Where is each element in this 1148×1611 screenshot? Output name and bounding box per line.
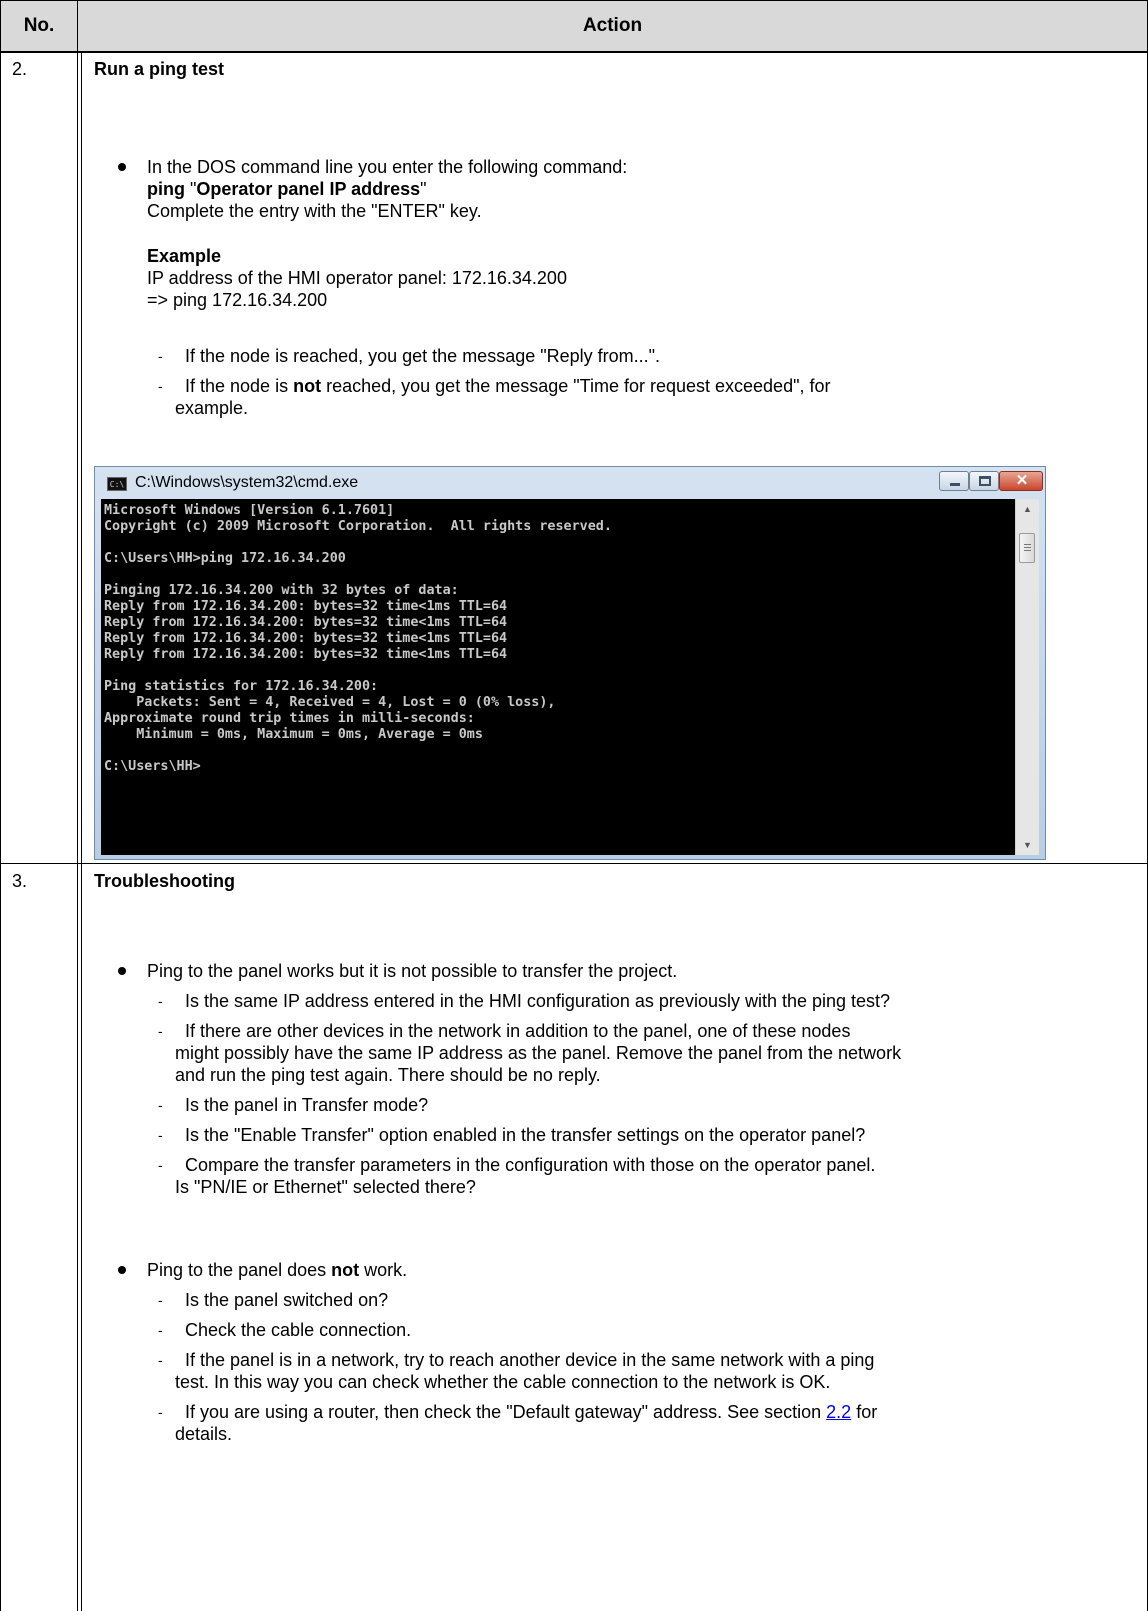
dash-marker: - bbox=[158, 348, 163, 364]
instruction-text: Ping to the panel does not work. bbox=[147, 1260, 408, 1280]
dash-marker: - bbox=[158, 1023, 163, 1039]
list-item-continuation: and run the ping test again. There shoul… bbox=[175, 1065, 601, 1085]
column-header-no: No. bbox=[1, 1, 77, 51]
list-item: If the node is not reached, you get the … bbox=[185, 376, 831, 396]
step-number: 3. bbox=[12, 871, 28, 891]
command-line: ping "Operator panel IP address" bbox=[147, 179, 427, 199]
list-item: Is the panel in Transfer mode? bbox=[185, 1095, 429, 1115]
dash-marker: - bbox=[158, 1352, 163, 1368]
header-divider bbox=[0, 51, 1148, 53]
scroll-down-arrow-icon[interactable]: ▼ bbox=[1016, 835, 1039, 855]
column-divider bbox=[77, 0, 78, 1611]
example-text: IP address of the HMI operator panel: 17… bbox=[147, 268, 567, 288]
list-item: Is the "Enable Transfer" option enabled … bbox=[185, 1125, 866, 1145]
console-output[interactable]: Microsoft Windows [Version 6.1.7601] Cop… bbox=[101, 499, 1015, 855]
row-divider bbox=[0, 863, 1148, 864]
scroll-up-arrow-icon[interactable]: ▲ bbox=[1016, 499, 1039, 519]
list-item: Compare the transfer parameters in the c… bbox=[185, 1155, 876, 1175]
instruction-text: In the DOS command line you enter the fo… bbox=[147, 157, 628, 177]
list-item: If the panel is in a network, try to rea… bbox=[185, 1350, 875, 1370]
instruction-text: Complete the entry with the "ENTER" key. bbox=[147, 201, 482, 221]
bullet-dot bbox=[118, 163, 126, 171]
vertical-scrollbar[interactable]: ▲ ▼ bbox=[1015, 499, 1039, 855]
column-header-action: Action bbox=[78, 1, 1147, 51]
list-item-continuation: might possibly have the same IP address … bbox=[175, 1043, 902, 1063]
step-number: 2. bbox=[12, 59, 28, 79]
cmd-app-icon: C:\ bbox=[107, 477, 127, 491]
example-text: => ping 172.16.34.200 bbox=[147, 290, 328, 310]
dash-marker: - bbox=[158, 1322, 163, 1338]
close-button[interactable]: ✕ bbox=[999, 471, 1043, 491]
example-title: Example bbox=[147, 246, 222, 266]
list-item: Is the panel switched on? bbox=[185, 1290, 389, 1310]
bullet-dot bbox=[118, 967, 126, 975]
dash-marker: - bbox=[158, 1127, 163, 1143]
table-border-left bbox=[0, 0, 1, 1611]
minimize-button[interactable] bbox=[939, 471, 969, 491]
dash-marker: - bbox=[158, 993, 163, 1009]
list-item-continuation: details. bbox=[175, 1424, 233, 1444]
section-link[interactable]: 2.2 bbox=[826, 1402, 851, 1422]
cmd-window: C:\ C:\Windows\system32\cmd.exe ✕ Micros… bbox=[94, 466, 1046, 860]
list-item: If you are using a router, then check th… bbox=[185, 1402, 878, 1422]
window-title: C:\Windows\system32\cmd.exe bbox=[135, 474, 359, 491]
bullet-dot bbox=[118, 1266, 126, 1274]
window-titlebar[interactable]: C:\ C:\Windows\system32\cmd.exe ✕ bbox=[95, 467, 1045, 499]
maximize-button[interactable] bbox=[969, 471, 999, 491]
command-keyword: ping bbox=[147, 179, 185, 199]
column-divider-double bbox=[81, 53, 82, 1611]
instruction-text: Ping to the panel works but it is not po… bbox=[147, 961, 678, 981]
maximize-icon bbox=[979, 476, 991, 486]
table-border-top bbox=[0, 0, 1148, 1]
dash-marker: - bbox=[158, 1097, 163, 1113]
scrollbar-thumb[interactable] bbox=[1019, 533, 1035, 563]
step-title: Run a ping test bbox=[94, 59, 224, 79]
dash-marker: - bbox=[158, 378, 163, 394]
list-item: Is the same IP address entered in the HM… bbox=[185, 991, 891, 1011]
close-icon: ✕ bbox=[1015, 472, 1029, 489]
list-item-continuation: example. bbox=[175, 398, 249, 418]
step-title: Troubleshooting bbox=[94, 871, 235, 891]
instruction-table: No. Action 2. Run a ping test In the DOS… bbox=[0, 0, 1148, 1611]
dash-marker: - bbox=[158, 1157, 163, 1173]
dash-marker: - bbox=[158, 1292, 163, 1308]
list-item: If the node is reached, you get the mess… bbox=[185, 346, 661, 366]
list-item: Check the cable connection. bbox=[185, 1320, 412, 1340]
minimize-icon bbox=[950, 483, 960, 486]
list-item-continuation: test. In this way you can check whether … bbox=[175, 1372, 831, 1392]
list-item: If there are other devices in the networ… bbox=[185, 1021, 851, 1041]
command-argument: Operator panel IP address bbox=[196, 179, 421, 199]
dash-marker: - bbox=[158, 1404, 163, 1420]
console-text: Microsoft Windows [Version 6.1.7601] Cop… bbox=[104, 503, 612, 774]
list-item-continuation: Is "PN/IE or Ethernet" selected there? bbox=[175, 1177, 476, 1197]
